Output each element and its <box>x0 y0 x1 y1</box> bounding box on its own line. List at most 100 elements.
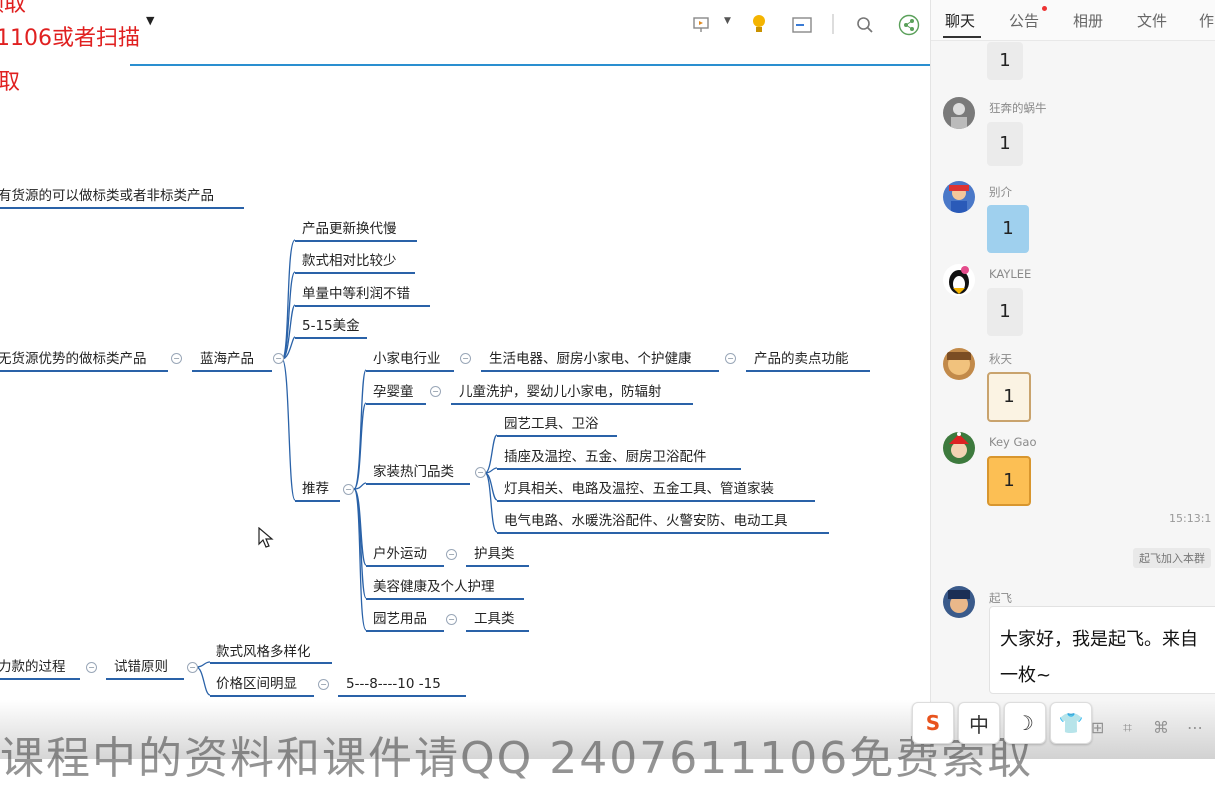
chat-panel: 聊天 公告 相册 文件 作 1 狂奔的蜗牛 1 别介 1 KAYLEE 1 秋天… <box>930 0 1215 759</box>
mindmap-node[interactable]: 小家电行业 <box>373 350 441 368</box>
mindmap-node[interactable]: 插座及温控、五金、厨房卫浴配件 <box>504 448 707 466</box>
node-underline <box>0 370 168 372</box>
chat-input-line: 一枚~ <box>1000 665 1052 686</box>
mindmap-node[interactable]: 生活电器、厨房小家电、个护健康 <box>489 350 692 368</box>
mindmap-connectors <box>195 239 498 696</box>
mindmap-node[interactable]: 款式风格多样化 <box>216 643 311 661</box>
node-underline <box>295 240 417 242</box>
mindmap-node[interactable]: 价格区间明显 <box>216 675 297 693</box>
mindmap-node[interactable]: 户外运动 <box>373 545 427 563</box>
tab-files[interactable]: 文件 <box>1137 10 1167 31</box>
skin-icon[interactable]: 👕 <box>1050 702 1092 744</box>
node-underline <box>466 630 529 632</box>
chat-bubble: 1 <box>987 122 1023 166</box>
chat-bubble: 1 <box>987 42 1023 80</box>
mindmap-node[interactable]: 美容健康及个人护理 <box>373 578 495 596</box>
chat-input[interactable]: 大家好，我是起飞。来自 一枚~ <box>989 606 1215 694</box>
mindmap-node[interactable]: 护具类 <box>474 545 515 563</box>
mindmap-node[interactable]: 产品更新换代慢 <box>302 220 397 238</box>
avatar[interactable] <box>943 348 975 380</box>
mindmap-node[interactable]: 5-15美金 <box>302 317 360 335</box>
node-underline <box>366 630 444 632</box>
message-timestamp: 15:13:1 <box>1169 512 1212 525</box>
node-underline <box>466 565 529 567</box>
active-tab-indicator <box>943 36 981 38</box>
sender-name: 别介 <box>989 185 1012 199</box>
mindmap-node[interactable]: 工具类 <box>474 610 515 628</box>
mindmap-node[interactable]: 电气电路、水暖洗浴配件、火警安防、电动工具 <box>504 512 788 530</box>
mindmap-node[interactable]: 园艺用品 <box>373 610 427 628</box>
collapse-toggle-icon[interactable]: − <box>475 467 486 478</box>
chat-bubble: 1 <box>987 288 1023 336</box>
node-underline <box>481 370 719 372</box>
sogou-logo-icon[interactable]: S <box>912 702 954 744</box>
mindmap-canvas[interactable]: 资料领取 1106或者扫描 获取 ▼ ▼ <box>0 0 930 759</box>
mindmap-node[interactable]: 推荐 <box>302 480 329 498</box>
moon-icon[interactable]: ☽ <box>1004 702 1046 744</box>
chat-bubble: 1 <box>987 205 1029 253</box>
node-underline <box>210 662 332 664</box>
collapse-toggle-icon[interactable]: − <box>460 353 471 364</box>
collapse-toggle-icon[interactable]: − <box>273 353 284 364</box>
collapse-toggle-icon[interactable]: − <box>446 549 457 560</box>
mindmap-node[interactable]: 无货源优势的做标类产品 <box>0 350 147 368</box>
collapse-toggle-icon[interactable]: − <box>318 679 329 690</box>
mindmap-node[interactable]: 款式相对比较少 <box>302 252 397 270</box>
tab-chat[interactable]: 聊天 <box>945 10 975 31</box>
node-underline <box>497 435 617 437</box>
collapse-toggle-icon[interactable]: − <box>171 353 182 364</box>
sender-name: 秋天 <box>989 352 1012 366</box>
node-underline <box>451 403 693 405</box>
ime-chinese-mode-button[interactable]: 中 <box>958 702 1000 744</box>
tab-homework[interactable]: 作 <box>1199 10 1214 31</box>
tab-notice[interactable]: 公告 <box>1009 10 1039 31</box>
node-underline <box>366 403 426 405</box>
node-underline <box>295 500 340 502</box>
node-underline <box>295 305 430 307</box>
mindmap-node[interactable]: 蓝海产品 <box>200 350 254 368</box>
tab-album[interactable]: 相册 <box>1073 10 1103 31</box>
mouse-cursor-icon <box>258 526 274 553</box>
mindmap-node[interactable]: 灯具相关、电路及温控、五金工具、管道家装 <box>504 480 774 498</box>
avatar[interactable] <box>943 432 975 464</box>
mindmap-node[interactable]: 儿童洗护，婴幼儿小家电，防辐射 <box>459 383 662 401</box>
notice-badge <box>1042 6 1047 11</box>
avatar[interactable] <box>943 97 975 129</box>
mindmap-node[interactable]: 孕婴童 <box>373 383 414 401</box>
mindmap-node[interactable]: 5---8----10 -15 <box>346 675 441 693</box>
collapse-toggle-icon[interactable]: − <box>187 662 198 673</box>
mindmap-node[interactable]: 力款的过程 <box>0 658 66 676</box>
node-underline <box>366 565 444 567</box>
node-underline <box>106 678 184 680</box>
collapse-toggle-icon[interactable]: − <box>725 353 736 364</box>
collapse-toggle-icon[interactable]: − <box>430 386 441 397</box>
mindmap-node[interactable]: 家装热门品类 <box>373 463 454 481</box>
node-underline <box>0 678 80 680</box>
chat-tab-bar: 聊天 公告 相册 文件 作 <box>931 0 1215 41</box>
mindmap-node[interactable]: 试错原则 <box>114 658 168 676</box>
chat-input-line: 大家好，我是起飞。来自 <box>1000 629 1198 650</box>
mindmap-node[interactable]: 有货源的可以做标类或者非标类产品 <box>0 187 214 205</box>
node-underline <box>295 272 415 274</box>
sender-name: 起飞 <box>989 591 1012 605</box>
avatar[interactable] <box>943 264 975 296</box>
mindmap-node[interactable]: 产品的卖点功能 <box>754 350 849 368</box>
video-subtitle: 课程中的资料和课件请QQ 2407611106免费索取 <box>0 733 1034 784</box>
collapse-toggle-icon[interactable]: − <box>343 484 354 495</box>
sender-name: KAYLEE <box>989 267 1032 281</box>
node-underline <box>497 468 741 470</box>
node-underline <box>366 483 470 485</box>
collapse-toggle-icon[interactable]: − <box>86 662 97 673</box>
node-underline <box>497 500 815 502</box>
node-underline <box>366 598 524 600</box>
chat-bubble: 1 <box>987 372 1031 422</box>
node-underline <box>746 370 870 372</box>
node-underline <box>338 695 466 697</box>
mindmap-node[interactable]: 园艺工具、卫浴 <box>504 415 599 433</box>
collapse-toggle-icon[interactable]: − <box>446 614 457 625</box>
node-underline <box>210 695 314 697</box>
avatar[interactable] <box>943 586 975 618</box>
node-underline <box>295 337 367 339</box>
avatar[interactable] <box>943 181 975 213</box>
mindmap-node[interactable]: 单量中等利润不错 <box>302 285 410 303</box>
